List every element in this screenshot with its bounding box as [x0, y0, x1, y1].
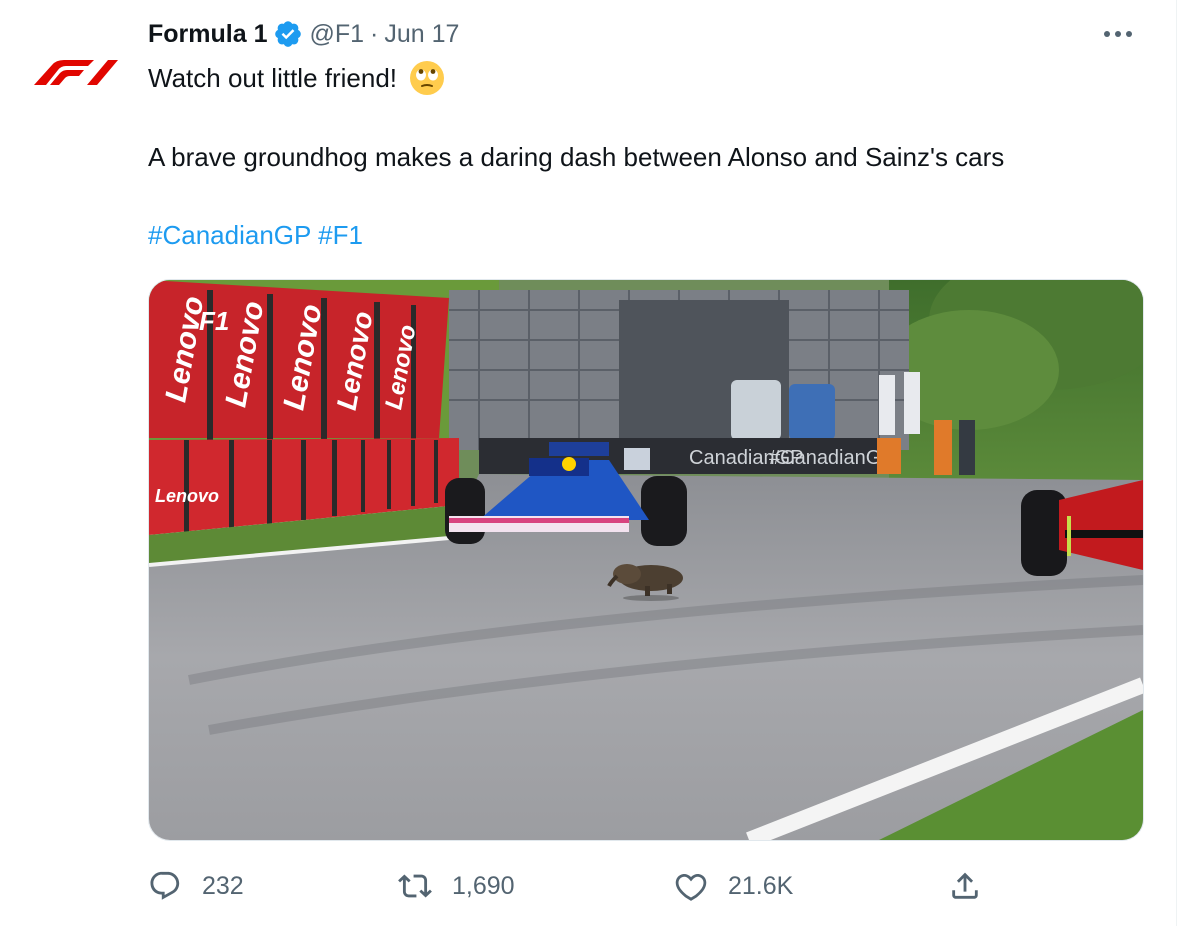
tweet-hashtags: #CanadianGP #F1	[148, 218, 363, 252]
header-separator: ·	[370, 19, 379, 48]
tweet-date[interactable]: Jun 17	[384, 20, 459, 49]
rolling-eyes-emoji-icon	[409, 60, 445, 96]
hashtag-f1[interactable]: #F1	[318, 220, 363, 250]
retweet-button[interactable]: 1,690	[398, 864, 515, 908]
display-name[interactable]: Formula 1	[148, 20, 267, 49]
tweet-header: Formula 1 @F1 · Jun 17	[148, 18, 459, 50]
tweet-actions: 232 1,690 21.6K	[148, 864, 1048, 908]
tweet-media-image[interactable]: Lenovo Lenovo Lenovo Lenovo Lenovo F1 Le…	[148, 279, 1144, 841]
tweet-text-line-1: Watch out little friend!	[148, 60, 445, 96]
tweet-text: Watch out little friend!	[148, 63, 398, 93]
share-button[interactable]	[948, 864, 982, 908]
f1-banner-logo: F1	[199, 306, 229, 336]
like-button[interactable]: 21.6K	[674, 864, 793, 908]
verified-badge-icon	[273, 19, 303, 49]
retweet-count: 1,690	[452, 871, 515, 900]
reply-icon	[150, 871, 180, 900]
barrier-banner: Lenovo	[155, 486, 219, 506]
reply-button[interactable]: 232	[148, 864, 244, 908]
hashtag-canadiangp[interactable]: #CanadianGP	[148, 220, 311, 250]
tweet-text-line-2: A brave groundhog makes a daring dash be…	[148, 142, 1005, 172]
retweet-icon	[398, 874, 432, 898]
more-options-icon[interactable]	[1100, 20, 1136, 48]
like-count: 21.6K	[728, 871, 794, 900]
user-handle[interactable]: @F1	[309, 20, 364, 49]
reply-count: 232	[202, 871, 244, 900]
like-icon	[675, 873, 707, 901]
barrier-text-2: #CanadianGP	[769, 447, 895, 469]
timeline-divider	[1176, 0, 1177, 926]
share-icon	[952, 872, 978, 899]
f1-logo-icon[interactable]	[30, 36, 122, 108]
